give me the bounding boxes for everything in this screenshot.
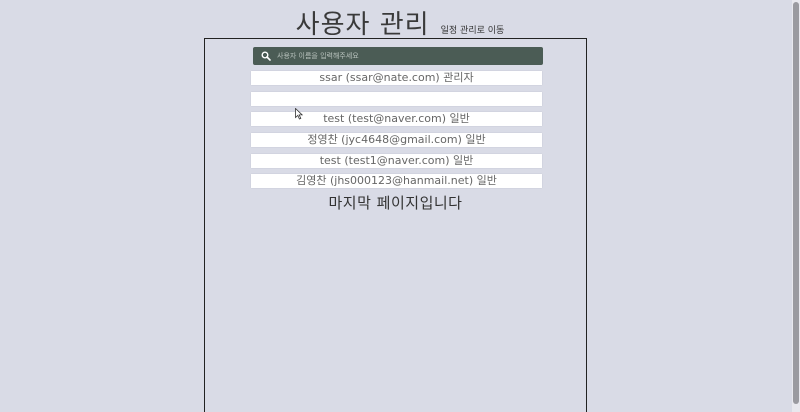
page-title: 사용자 관리 (295, 10, 430, 40)
user-list: ssar (ssar@nate.com) 관리자 test (test@nave… (251, 71, 542, 195)
user-row-0[interactable]: ssar (ssar@nate.com) 관리자 (251, 71, 542, 85)
user-row-1[interactable] (251, 91, 542, 106)
search-icon (261, 51, 271, 61)
user-management-page: 사용자 관리 일정 관리로 이동 ssar (ssar@nate.com) 관리… (0, 0, 800, 412)
user-row-3[interactable]: 정영찬 (jyc4648@gmail.com) 일반 (251, 133, 542, 148)
user-row-4[interactable]: test (test1@naver.com) 일반 (251, 153, 542, 168)
user-row-5[interactable]: 김영찬 (jhs000123@hanmail.net) 일반 (251, 174, 542, 189)
page-scrollbar[interactable] (792, 0, 800, 412)
mouse-cursor-icon (295, 108, 303, 120)
search-bar[interactable] (253, 47, 543, 65)
last-page-message: 마지막 페이지입니다 (328, 194, 463, 212)
schedule-management-link[interactable]: 일정 관리로 이동 (441, 26, 505, 36)
search-input[interactable] (277, 52, 527, 60)
scrollbar-thumb[interactable] (793, 2, 799, 404)
header: 사용자 관리 일정 관리로 이동 (0, 4, 800, 41)
user-panel: ssar (ssar@nate.com) 관리자 test (test@nave… (204, 38, 587, 412)
